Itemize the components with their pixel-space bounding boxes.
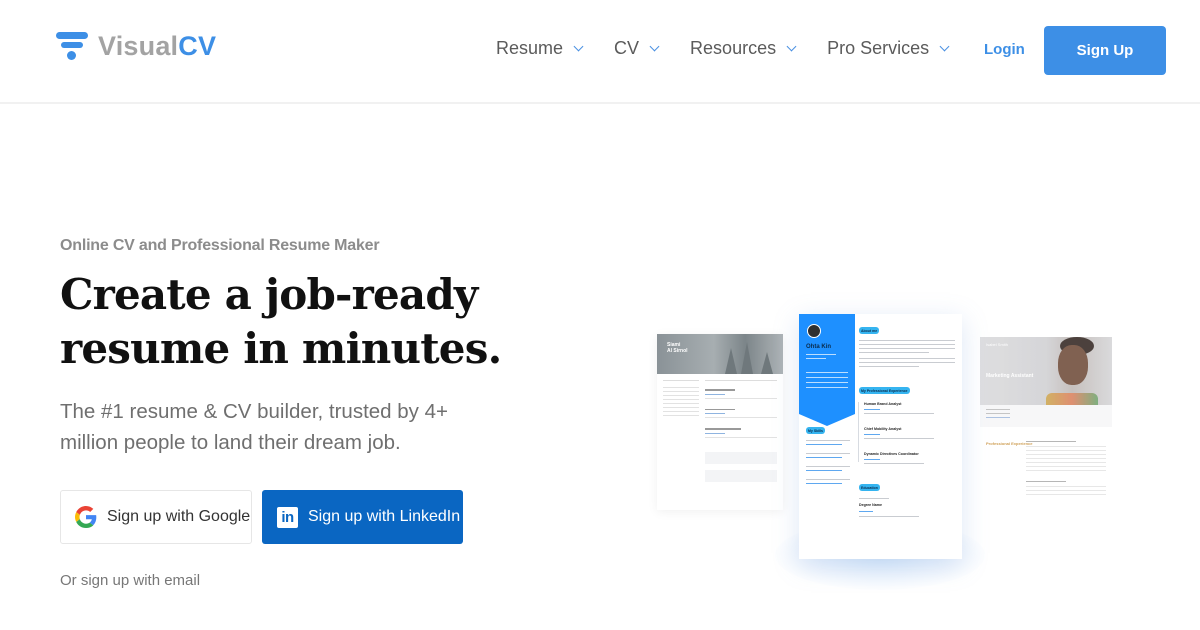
signup-button[interactable]: Sign Up — [1044, 26, 1166, 75]
logo-icon — [56, 32, 90, 62]
hero-eyebrow: Online CV and Professional Resume Maker — [60, 237, 380, 254]
nav-label: Resume — [496, 38, 564, 58]
resume-avatar — [807, 324, 821, 338]
resume-experience-col — [705, 380, 777, 482]
resume-preview-left: Siami Al Sirnol — [657, 334, 783, 510]
logo-text-cv: CV — [178, 30, 217, 61]
linkedin-icon: in — [277, 506, 298, 528]
chevron-down-icon — [939, 41, 950, 52]
resume-banner-image: Siami Al Sirnol — [657, 334, 783, 374]
resume-name-line-2: Al Sirnol — [667, 348, 688, 354]
logo-wordmark: VisualCV — [98, 31, 216, 62]
job-title: Chief Mobility Analyst — [864, 427, 902, 431]
visualcv-logo[interactable]: VisualCV — [56, 31, 216, 62]
hero-subtitle: The #1 resume & CV builder, trusted by 4… — [60, 400, 448, 454]
resume-name: Ohta Kin — [806, 344, 831, 350]
site-header: VisualCV Resume CV Resources Pro Service… — [0, 0, 1200, 104]
resume-title: Marketing Assistant — [986, 373, 1034, 379]
google-signup-button[interactable]: Sign up with Google — [60, 490, 252, 544]
education-tag: Education — [859, 484, 880, 491]
resume-body — [1026, 441, 1106, 498]
resume-preview-right: Isabel Smith Marketing Assistant Profess… — [980, 337, 1112, 525]
logo-text-visual: Visual — [98, 30, 179, 61]
degree-name: Degree Name — [859, 503, 882, 507]
nav-item-resources[interactable]: Resources — [690, 38, 797, 59]
experience-tag: My Professional Experience — [859, 387, 910, 394]
nav-label: Resources — [690, 38, 777, 58]
nav-item-resume[interactable]: Resume — [496, 38, 584, 59]
resume-contact-bar — [980, 405, 1112, 427]
nav-label: CV — [614, 38, 640, 58]
job-title: Human Brand Analyst — [864, 402, 902, 406]
chevron-down-icon — [786, 41, 797, 52]
google-icon — [75, 506, 97, 528]
nav-item-pro-services[interactable]: Pro Services — [827, 38, 950, 59]
nav-item-cv[interactable]: CV — [614, 38, 660, 59]
resume-photo: Isabel Smith Marketing Assistant — [980, 337, 1112, 405]
nav-label: Pro Services — [827, 38, 930, 58]
google-button-label: Sign up with Google — [107, 508, 251, 525]
login-link[interactable]: Login — [984, 41, 1025, 58]
headline-line-1: Create a job-ready — [60, 270, 478, 319]
main-nav: Resume CV Resources Pro Services — [496, 38, 980, 59]
chevron-down-icon — [573, 41, 584, 52]
resume-preview-center: Ohta Kin My Skills About me My Professio… — [799, 314, 962, 559]
email-signup-link[interactable]: Or sign up with email — [60, 572, 200, 589]
linkedin-button-label: Sign up with LinkedIn — [308, 508, 461, 525]
linkedin-signup-button[interactable]: in Sign up with LinkedIn — [262, 490, 463, 544]
headline-line-2: resume in minutes. — [60, 324, 502, 373]
job-title: Dynamic Directives Coordinator — [864, 452, 919, 456]
resume-sidebar-tip — [799, 414, 855, 426]
skills-tag: My Skills — [806, 427, 825, 434]
hero-headline: Create a job-ready resume in minutes. — [60, 268, 530, 376]
resume-name: Siami Al Sirnol — [667, 342, 688, 354]
resume-summary-col — [663, 380, 699, 419]
resume-name: Isabel Smith — [986, 342, 1009, 347]
chevron-down-icon — [649, 41, 660, 52]
about-tag: About me — [859, 327, 880, 334]
